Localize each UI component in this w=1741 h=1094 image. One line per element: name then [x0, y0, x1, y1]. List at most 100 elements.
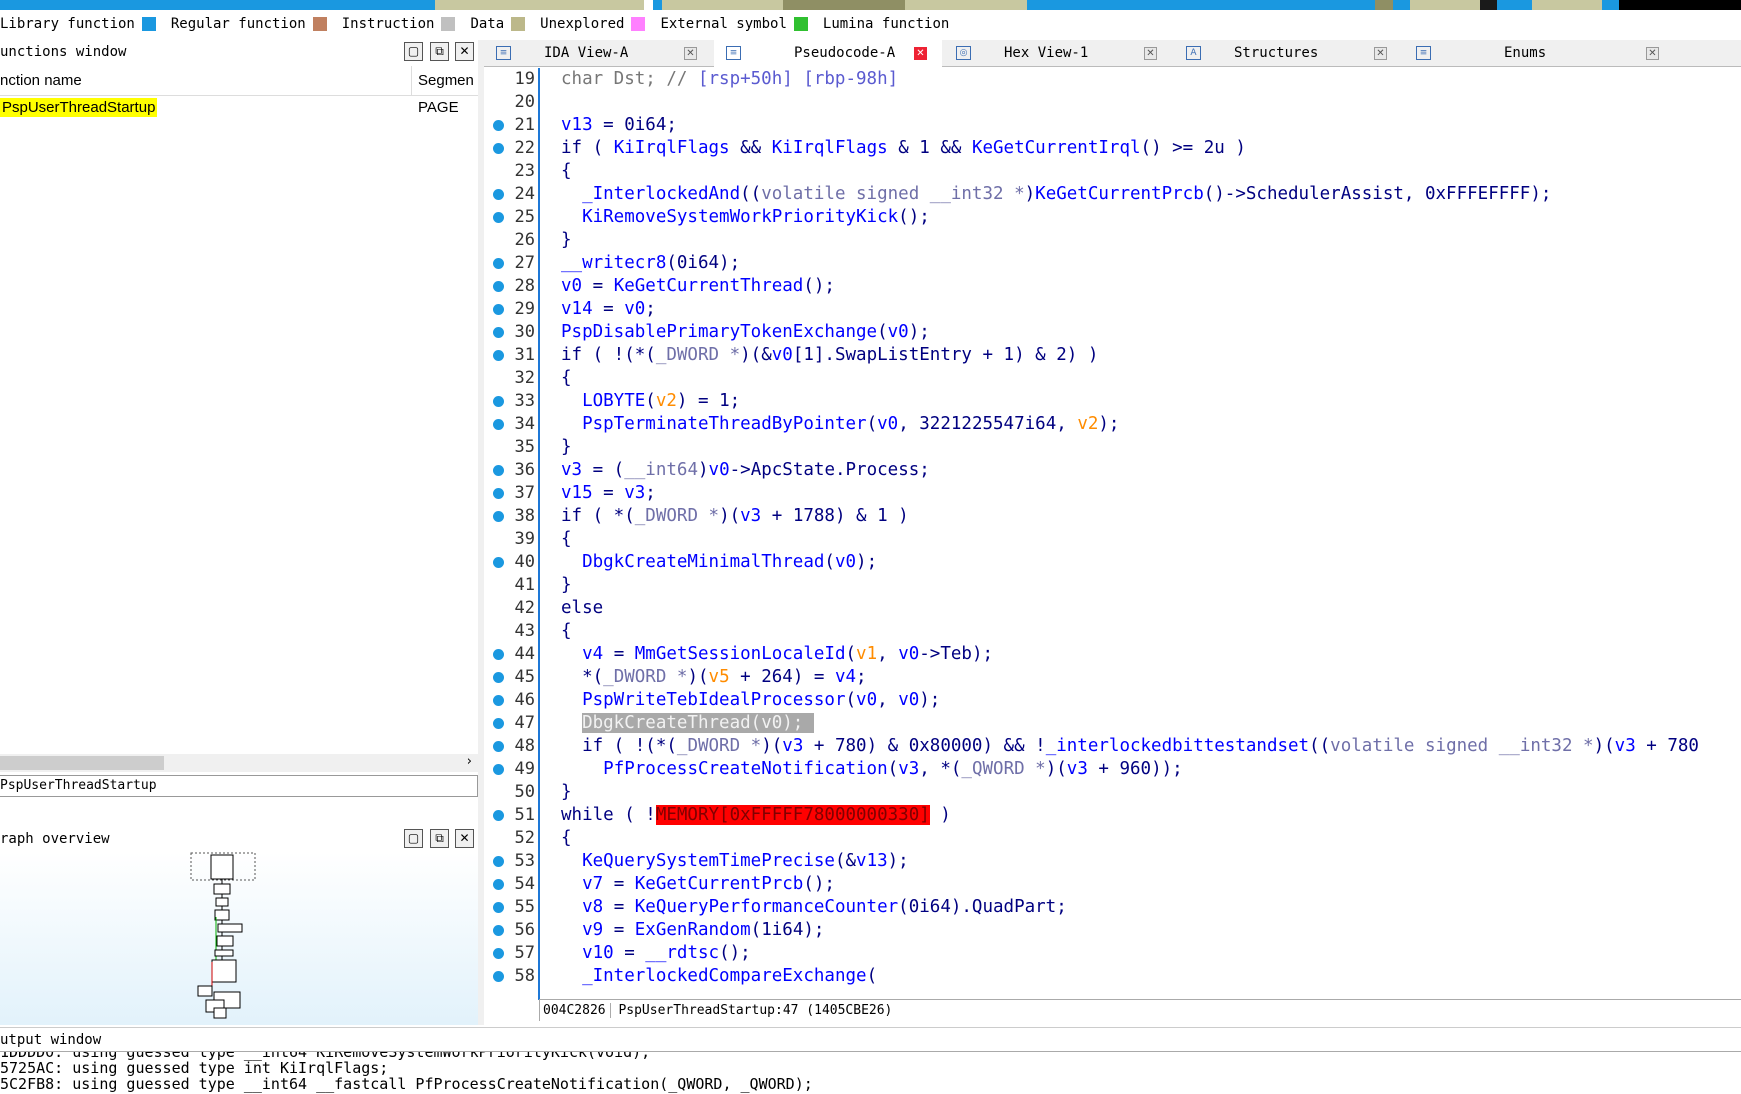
code-line[interactable]: _InterlockedAnd((volatile signed __int32…: [561, 183, 1551, 206]
breakpoint-dot-icon[interactable]: [493, 212, 504, 223]
code-line[interactable]: v0 = KeGetCurrentThread();: [561, 275, 835, 298]
breakpoint-dot-icon[interactable]: [493, 718, 504, 729]
code-line[interactable]: DbgkCreateMinimalThread(v0);: [561, 551, 877, 574]
breakpoint-dot-icon[interactable]: [493, 695, 504, 706]
code-line[interactable]: LOBYTE(v2) = 1;: [561, 390, 740, 413]
code-line[interactable]: KiRemoveSystemWorkPriorityKick();: [561, 206, 930, 229]
breakpoint-dot-icon[interactable]: [493, 511, 504, 522]
code-line[interactable]: }: [561, 574, 572, 597]
code-token: (: [645, 391, 656, 411]
code-line[interactable]: {: [561, 827, 572, 850]
breakpoint-dot-icon[interactable]: [493, 419, 504, 430]
breakpoint-dot-icon[interactable]: [493, 649, 504, 660]
close-button[interactable]: ✕: [455, 829, 474, 848]
breakpoint-dot-icon[interactable]: [493, 902, 504, 913]
code-line[interactable]: if ( *(_DWORD *)(v3 + 1788) & 1 ): [561, 505, 909, 528]
tab-ida-view-a[interactable]: ≡ IDA View-A ✕: [484, 40, 712, 67]
column-function-name[interactable]: nction name: [0, 72, 82, 89]
breakpoint-dot-icon[interactable]: [493, 120, 504, 131]
code-line[interactable]: *(_DWORD *)(v5 + 264) = v4;: [561, 666, 867, 689]
float-button[interactable]: ⧉: [430, 42, 449, 61]
close-button[interactable]: ✕: [455, 42, 474, 61]
code-line[interactable]: }: [561, 781, 572, 804]
breakpoint-dot-icon[interactable]: [493, 741, 504, 752]
close-tab-icon[interactable]: ✕: [1144, 47, 1157, 60]
code-line[interactable]: v13 = 0i64;: [561, 114, 677, 137]
code-line[interactable]: __writecr8(0i64);: [561, 252, 740, 275]
navigation-band[interactable]: [0, 0, 1741, 10]
code-line[interactable]: PspTerminateThreadByPointer(v0, 32212255…: [561, 413, 1119, 436]
breakpoint-dot-icon[interactable]: [493, 856, 504, 867]
code-line[interactable]: v3 = (__int64)v0->ApcState.Process;: [561, 459, 930, 482]
code-line[interactable]: DbgkCreateThread(v0);: [561, 712, 814, 735]
breakpoint-dot-icon[interactable]: [493, 189, 504, 200]
tab-hex-view-1[interactable]: ◎ Hex View-1 ✕: [944, 40, 1172, 67]
code-line[interactable]: char Dst; // [rsp+50h] [rbp-98h]: [561, 68, 898, 91]
code-line[interactable]: {: [561, 367, 572, 390]
code-line[interactable]: PspDisablePrimaryTokenExchange(v0);: [561, 321, 930, 344]
column-segment[interactable]: Segmen: [418, 72, 474, 89]
breakpoint-dot-icon[interactable]: [493, 488, 504, 499]
code-line[interactable]: PfProcessCreateNotification(v3, *(_QWORD…: [561, 758, 1183, 781]
tab-pseudocode-a[interactable]: ≡ Pseudocode-A ✕: [714, 40, 942, 67]
breakpoint-dot-icon[interactable]: [493, 879, 504, 890]
breakpoint-dot-icon[interactable]: [493, 304, 504, 315]
breakpoint-dot-icon[interactable]: [493, 327, 504, 338]
code-line[interactable]: _InterlockedCompareExchange(: [561, 965, 877, 988]
code-line[interactable]: v9 = ExGenRandom(1i64);: [561, 919, 824, 942]
code-token: v10: [582, 943, 614, 963]
column-divider[interactable]: [411, 66, 412, 96]
breakpoint-dot-icon[interactable]: [493, 258, 504, 269]
code-line[interactable]: KeQuerySystemTimePrecise(&v13);: [561, 850, 909, 873]
breakpoint-dot-icon[interactable]: [493, 143, 504, 154]
breakpoint-dot-icon[interactable]: [493, 396, 504, 407]
code-line[interactable]: PspWriteTebIdealProcessor(v0, v0);: [561, 689, 940, 712]
code-line[interactable]: {: [561, 528, 572, 551]
code-line[interactable]: v14 = v0;: [561, 298, 656, 321]
line-number: 49: [484, 758, 538, 781]
breakpoint-dot-icon[interactable]: [493, 948, 504, 959]
breakpoint-dot-icon[interactable]: [493, 557, 504, 568]
pseudocode-view[interactable]: 19 20 21 22 23 24 25 26 27 28 29 30 31 32 33 34 35 36 37 38…: [484, 68, 1741, 1000]
breakpoint-dot-icon[interactable]: [493, 764, 504, 775]
horizontal-scrollbar[interactable]: ›: [0, 754, 478, 772]
code-line[interactable]: v4 = MmGetSessionLocaleId(v1, v0->Teb);: [561, 643, 993, 666]
code-line[interactable]: else: [561, 597, 603, 620]
float-button[interactable]: ⧉: [430, 829, 449, 848]
breakpoint-dot-icon[interactable]: [493, 971, 504, 982]
table-row[interactable]: PspUserThreadStartup PAGE: [0, 97, 478, 121]
function-name-cell[interactable]: PspUserThreadStartup: [0, 98, 158, 117]
restore-button[interactable]: ▢: [404, 829, 423, 848]
code-line[interactable]: }: [561, 436, 572, 459]
code-line[interactable]: {: [561, 620, 572, 643]
tab-enums[interactable]: ≡ Enums ✕: [1404, 40, 1659, 67]
graph-overview-canvas[interactable]: [0, 852, 478, 1025]
breakpoint-dot-icon[interactable]: [493, 672, 504, 683]
close-tab-icon[interactable]: ✕: [1646, 47, 1659, 60]
tab-structures[interactable]: A Structures ✕: [1174, 40, 1402, 67]
restore-button[interactable]: ▢: [404, 42, 423, 61]
function-filter-field[interactable]: PspUserThreadStartup: [0, 775, 478, 797]
code-line[interactable]: {: [561, 160, 572, 183]
code-line[interactable]: v15 = v3;: [561, 482, 656, 505]
code-line[interactable]: if ( KiIrqlFlags && KiIrqlFlags & 1 && K…: [561, 137, 1246, 160]
breakpoint-dot-icon[interactable]: [493, 350, 504, 361]
code-line[interactable]: }: [561, 229, 572, 252]
output-window[interactable]: 1DDDD0: using guessed type __int64 KiRem…: [0, 1051, 1741, 1094]
breakpoint-dot-icon[interactable]: [493, 281, 504, 292]
scrollbar-thumb[interactable]: [0, 756, 164, 770]
close-tab-icon[interactable]: ✕: [684, 47, 697, 60]
code-token: v0: [898, 644, 920, 664]
code-line[interactable]: if ( !(*(_DWORD *)(v3 + 780) & 0x80000) …: [561, 735, 1699, 758]
code-line[interactable]: v7 = KeGetCurrentPrcb();: [561, 873, 835, 896]
breakpoint-dot-icon[interactable]: [493, 925, 504, 936]
breakpoint-dot-icon[interactable]: [493, 465, 504, 476]
scroll-right-icon[interactable]: ›: [467, 754, 472, 769]
breakpoint-dot-icon[interactable]: [493, 810, 504, 821]
code-line[interactable]: while ( !MEMORY[0xFFFFF78000000330] ): [561, 804, 951, 827]
code-line[interactable]: v8 = KeQueryPerformanceCounter(0i64).Qua…: [561, 896, 1067, 919]
code-line[interactable]: v10 = __rdtsc();: [561, 942, 751, 965]
code-line[interactable]: if ( !(*(_DWORD *)(&v0[1].SwapListEntry …: [561, 344, 1098, 367]
close-tab-icon[interactable]: ✕: [914, 47, 927, 60]
close-tab-icon[interactable]: ✕: [1374, 47, 1387, 60]
